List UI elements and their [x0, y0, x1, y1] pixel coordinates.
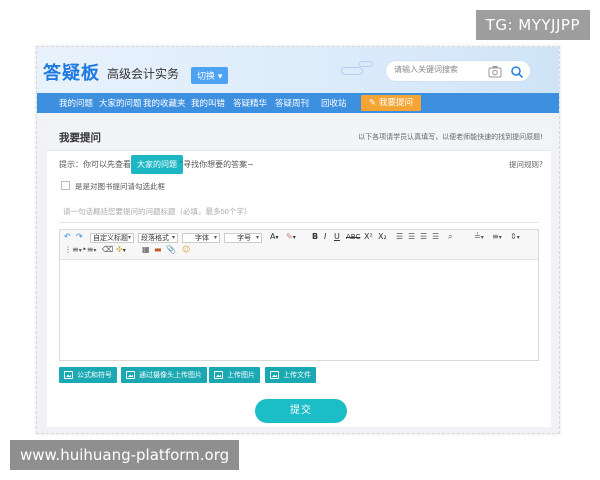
form-title-row: 我要提问 以下各项请学员认真填写，以便老师能快速的找到提问原题! — [47, 121, 551, 151]
font-size-label: 字号 — [237, 234, 251, 242]
file-icon — [270, 371, 279, 379]
main-nav: 我的问题 大家的问题 我的收藏夹 我的叫错 答疑精华 答疑周刊 回收站 ✎ 我要提… — [37, 93, 559, 113]
font-label: 字体 — [195, 234, 209, 242]
emoji-icon[interactable]: ☺ — [182, 245, 190, 254]
tg-badge: TG: MYYJJPP — [475, 10, 590, 40]
nav-weekly[interactable]: 答疑周刊 — [275, 97, 309, 109]
paragraph-format-select[interactable]: 段落格式 ▾ — [138, 233, 178, 243]
italic-icon[interactable]: I — [324, 232, 326, 241]
redo-icon[interactable]: ↷ — [76, 232, 83, 241]
tip-prefix: 提示：你可以先查看“ — [59, 160, 136, 169]
form-hint: 以下各项请学员认真填写，以便老师能快速的找到提问原题! — [358, 133, 543, 141]
book-question-checkbox[interactable] — [61, 181, 70, 190]
image-icon — [214, 371, 223, 379]
font-select[interactable]: 字体 ▾ — [182, 233, 220, 243]
camera-icon[interactable] — [488, 65, 502, 78]
submit-button[interactable]: 提交 — [255, 399, 347, 423]
watermark: www.huihuang-platform.org — [10, 440, 240, 470]
upload-image-button[interactable]: 上传图片 — [209, 367, 260, 383]
formula-symbol-button[interactable]: 公式和符号 — [59, 367, 117, 383]
question-title-input[interactable] — [59, 201, 539, 223]
upload-file-button[interactable]: 上传文件 — [265, 367, 316, 383]
upload-label: 上传文件 — [283, 371, 311, 379]
font-color-icon[interactable]: A▾ — [270, 232, 279, 241]
rich-text-editor: ↶ ↷ 自定义标题 ▾ 段落格式 ▾ 字体 ▾ 字号 ▾ A▾ ✎▾ B I U ABC… — [59, 229, 539, 361]
paragraph-format-label: 段落格式 — [141, 234, 169, 242]
align-justify-icon[interactable]: ☰ — [432, 232, 439, 241]
search-input[interactable] — [394, 65, 498, 74]
clear-format-icon[interactable]: ⌫ — [102, 245, 113, 254]
page-title: 我要提问 — [59, 132, 101, 144]
site-logo[interactable]: 答疑板 — [43, 59, 100, 85]
undo-icon[interactable]: ↶ — [64, 232, 71, 241]
switch-label: 切换 — [197, 72, 216, 82]
header: 答疑板 高级会计实务 切换 ▾ — [37, 47, 559, 93]
image-icon[interactable]: ▬ — [154, 245, 162, 254]
table-icon[interactable]: ▦ — [142, 245, 150, 254]
book-question-label: 是是对图书提问请勾选此框 — [75, 182, 165, 191]
font-size-select[interactable]: 字号 ▾ — [224, 233, 262, 243]
question-rules-link[interactable]: 提问规则? — [509, 159, 543, 170]
underline-icon[interactable]: U — [334, 232, 340, 241]
upload-label: 上传图片 — [227, 371, 255, 379]
search-box — [385, 60, 531, 82]
image-icon — [64, 371, 73, 379]
custom-title-select[interactable]: 自定义标题 ▾ — [90, 233, 134, 243]
subscript-icon[interactable]: X₂ — [378, 232, 387, 241]
superscript-icon[interactable]: X² — [364, 232, 373, 241]
find-icon[interactable]: ⌕ — [448, 232, 452, 242]
strikethrough-icon[interactable]: ABC — [346, 233, 360, 241]
book-question-row: 是是对图书提问请勾选此框 — [47, 177, 551, 197]
align-left-icon[interactable]: ☰ — [396, 232, 403, 241]
upload-label: 公式和符号 — [77, 371, 112, 379]
app-frame: 答疑板 高级会计实务 切换 ▾ 我的问题 大家的问题 我的收藏夹 我的叫错 答疑… — [36, 46, 560, 434]
bold-icon[interactable]: B — [312, 232, 318, 241]
nav-favorites[interactable]: 我的收藏夹 — [143, 97, 186, 109]
search-icon[interactable] — [510, 65, 524, 79]
camera-upload-button[interactable]: 通过摄像头上传图片 — [121, 367, 207, 383]
nav-recycle-bin[interactable]: 回收站 — [321, 97, 347, 109]
unordered-list-icon[interactable]: •≡▾ — [82, 245, 96, 254]
ask-form: 我要提问 以下各项请学员认真填写，以便老师能快速的找到提问原题! 提示：你可以先… — [47, 121, 551, 427]
chevron-down-icon: ▾ — [217, 72, 223, 82]
format-painter-icon[interactable]: ✣▾ — [116, 245, 126, 254]
nav-my-questions[interactable]: 我的问题 — [59, 97, 93, 109]
custom-title-label: 自定义标题 — [93, 234, 128, 242]
highlight-color-icon[interactable]: ✎▾ — [286, 232, 296, 241]
tip-suffix: ”寻找你想要的答案~ — [179, 160, 254, 169]
nav-highlights[interactable]: 答疑精华 — [233, 97, 267, 109]
tip-row: 提示：你可以先查看“ 大家的问题 ”寻找你想要的答案~ 提问规则? — [47, 151, 551, 177]
align-center-icon[interactable]: ☰ — [408, 232, 415, 241]
all-questions-link[interactable]: 大家的问题 — [131, 155, 183, 174]
cloud-decoration-icon — [359, 61, 373, 67]
course-name: 高级会计实务 — [107, 67, 180, 81]
image-icon — [126, 371, 135, 379]
editor-content-area[interactable] — [60, 260, 538, 360]
indent-icon[interactable]: ⇕▾ — [510, 232, 520, 241]
ask-label: 我要提问 — [379, 98, 414, 108]
upload-label: 通过摄像头上传图片 — [139, 371, 202, 379]
nav-all-questions[interactable]: 大家的问题 — [99, 97, 142, 109]
switch-course-button[interactable]: 切换 ▾ — [191, 67, 229, 84]
pencil-icon: ✎ — [368, 98, 377, 108]
paragraph-spacing-icon[interactable]: ≡▾ — [492, 232, 502, 241]
editor-toolbar: ↶ ↷ 自定义标题 ▾ 段落格式 ▾ 字体 ▾ 字号 ▾ A▾ ✎▾ B I U ABC… — [60, 230, 538, 260]
line-height-icon[interactable]: ≟▾ — [474, 232, 484, 241]
attachment-icon[interactable]: 📎 — [166, 245, 176, 254]
align-right-icon[interactable]: ☰ — [420, 232, 427, 241]
ordered-list-icon[interactable]: ⋮≡▾ — [64, 245, 82, 254]
ask-question-button[interactable]: ✎ 我要提问 — [361, 95, 421, 111]
nav-mistakes[interactable]: 我的叫错 — [191, 97, 225, 109]
cloud-decoration-icon — [341, 67, 363, 75]
